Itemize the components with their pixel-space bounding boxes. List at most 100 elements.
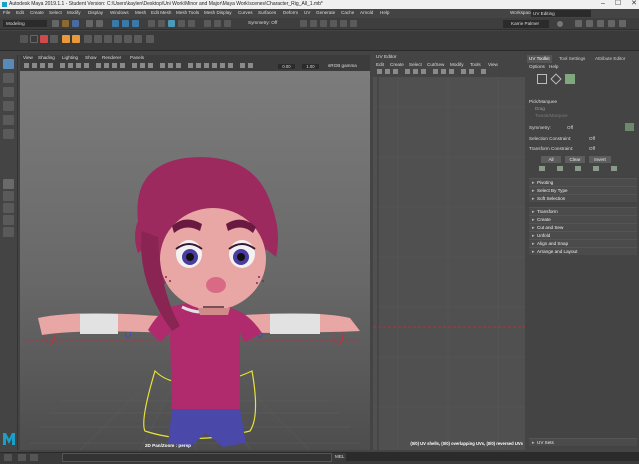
scale-tool-icon[interactable] xyxy=(3,129,14,139)
3d-viewport[interactable]: 2D Pan/Zoom : persp xyxy=(20,71,370,450)
section-cut-and-sew[interactable]: Cut and Sew xyxy=(529,223,637,232)
exposure-field[interactable]: 0.00 xyxy=(278,64,295,69)
menu-mesh-display[interactable]: Mesh Display xyxy=(204,10,232,15)
uv-toolbar-icons[interactable] xyxy=(375,69,523,75)
search-icon[interactable] xyxy=(557,21,563,27)
open-scene-icon[interactable] xyxy=(62,20,69,27)
viewport-toolbar-icons[interactable] xyxy=(22,63,272,69)
select-tool-icon[interactable] xyxy=(3,59,14,69)
menu-modify[interactable]: Modify xyxy=(67,10,81,15)
single-layout-icon[interactable] xyxy=(3,179,14,189)
side-layout-icon[interactable] xyxy=(3,203,14,213)
render-icon[interactable] xyxy=(224,20,231,27)
redo-icon[interactable] xyxy=(96,20,103,27)
close-button[interactable]: ✕ xyxy=(631,0,637,8)
mode-select[interactable]: Modeling xyxy=(3,20,47,27)
section-arrange-and-layout[interactable]: Arrange and Layout xyxy=(529,247,637,256)
minimize-button[interactable]: – xyxy=(601,0,605,8)
render-view-icon[interactable] xyxy=(214,20,221,27)
viewport-menu-lighting[interactable]: Lighting xyxy=(62,55,78,60)
viewport-menu-panels[interactable]: Panels xyxy=(130,55,144,60)
menu-edit[interactable]: Edit xyxy=(16,10,24,15)
toolkit-menu-help[interactable]: Help xyxy=(549,64,558,69)
uv-menu-edit[interactable]: Edit xyxy=(376,62,384,67)
shelf-tool-b-icon[interactable] xyxy=(94,35,102,43)
live-surface-icon[interactable] xyxy=(320,20,327,27)
move-tool-icon[interactable] xyxy=(3,101,14,111)
viewport-menu-view[interactable]: View xyxy=(23,55,33,60)
time-slider[interactable] xyxy=(62,453,332,462)
select-all-button[interactable]: All xyxy=(541,156,561,163)
key-icon[interactable] xyxy=(30,454,38,461)
menu-mesh[interactable]: Mesh xyxy=(135,10,146,15)
tab-uv-toolkit[interactable]: UV Toolkit xyxy=(527,55,552,63)
color-space-label[interactable]: sRGB gamma xyxy=(328,63,357,68)
viewport-menu-shading[interactable]: Shading xyxy=(38,55,55,60)
uv-menu-select[interactable]: Select xyxy=(409,62,422,67)
four-layout-icon[interactable] xyxy=(3,191,14,201)
selection-constraint-value[interactable]: Off xyxy=(589,136,595,141)
menu-edit-mesh[interactable]: Edit Mesh xyxy=(151,10,171,15)
shelf-tool-c-icon[interactable] xyxy=(104,35,112,43)
tab-tool-settings[interactable]: Tool Settings xyxy=(557,55,587,63)
menu-deform[interactable]: Deform xyxy=(283,10,298,15)
paint-select-tool-icon[interactable] xyxy=(3,87,14,97)
menu-mesh-tools[interactable]: Mesh Tools xyxy=(176,10,199,15)
section-transform[interactable]: Transform xyxy=(529,207,637,216)
user-account[interactable]: Karrie Palmer xyxy=(503,20,549,28)
menu-windows[interactable]: Windows xyxy=(110,10,129,15)
select-hierarchy-icon[interactable] xyxy=(112,20,119,27)
uv-menu-create[interactable]: Create xyxy=(390,62,404,67)
gamma-field[interactable]: 1.00 xyxy=(302,64,319,69)
section-soft-selection[interactable]: Soft Selection xyxy=(529,194,637,203)
construction-history-icon[interactable] xyxy=(204,20,211,27)
layer-editor-icon[interactable] xyxy=(619,20,626,27)
shell-select-icon[interactable] xyxy=(565,74,575,84)
attribute-editor-icon[interactable] xyxy=(586,20,593,27)
maximize-button[interactable]: ☐ xyxy=(615,0,621,8)
shelf-tool-f-icon[interactable] xyxy=(134,35,142,43)
shelf-red-joint-icon[interactable] xyxy=(40,35,48,43)
save-scene-icon[interactable] xyxy=(72,20,79,27)
modeling-toolkit-icon[interactable] xyxy=(575,20,582,27)
mel-label[interactable]: MEL xyxy=(335,454,344,459)
hypershade-icon[interactable] xyxy=(340,20,347,27)
menu-file[interactable]: File xyxy=(3,10,10,15)
tweak-marquee-option[interactable]: Tweak/Marquee xyxy=(535,113,568,118)
channel-box-icon[interactable] xyxy=(608,20,615,27)
menu-generate[interactable]: Generate xyxy=(316,10,335,15)
symmetry-status[interactable]: Symmetry: Off xyxy=(248,20,277,25)
select-object-icon[interactable] xyxy=(122,20,129,27)
snap-together-icon[interactable] xyxy=(310,20,317,27)
symmetry-icon[interactable] xyxy=(625,123,634,131)
menu-select[interactable]: Select xyxy=(49,10,62,15)
symmetry-value[interactable]: Off xyxy=(567,125,573,130)
magnet-icon[interactable] xyxy=(300,20,307,27)
section-create[interactable]: Create xyxy=(529,215,637,224)
render-settings-icon[interactable] xyxy=(330,20,337,27)
section-uv-sets[interactable]: UV Sets xyxy=(529,438,637,447)
menu-surfaces[interactable]: Surfaces xyxy=(258,10,276,15)
undo-icon[interactable] xyxy=(86,20,93,27)
new-scene-icon[interactable] xyxy=(52,20,59,27)
rotate-tool-icon[interactable] xyxy=(3,115,14,125)
select-component-icon[interactable] xyxy=(132,20,139,27)
shelf-script-icon[interactable] xyxy=(20,35,28,43)
shelf-ik-icon[interactable] xyxy=(30,35,38,43)
uv-grid[interactable]: (0/0) UV shells, (0/0) overlapping UVs, … xyxy=(373,77,525,450)
shelf-cube-2-icon[interactable] xyxy=(72,35,80,43)
menu-cache[interactable]: Cache xyxy=(341,10,354,15)
section-align-and-snap[interactable]: Align and Snap xyxy=(529,239,637,248)
uv-menu-cut-sew[interactable]: Cut/Sew xyxy=(427,62,444,67)
menu-help[interactable]: Help xyxy=(380,10,389,15)
menu-curves[interactable]: Curves xyxy=(238,10,253,15)
outliner-layout-icon[interactable] xyxy=(3,227,14,237)
shelf-tool-a-icon[interactable] xyxy=(84,35,92,43)
tab-attribute-editor[interactable]: Attribute Editor xyxy=(593,55,627,63)
menu-arnold[interactable]: Arnold xyxy=(360,10,373,15)
ipr-icon[interactable] xyxy=(350,20,357,27)
workspace-select[interactable]: UV Editing xyxy=(531,10,591,17)
shelf-tool-g-icon[interactable] xyxy=(146,35,154,43)
section-select-by-type[interactable]: Select By Type xyxy=(529,186,637,195)
pick-marquee-option[interactable]: Pick/Marquee xyxy=(529,99,557,104)
